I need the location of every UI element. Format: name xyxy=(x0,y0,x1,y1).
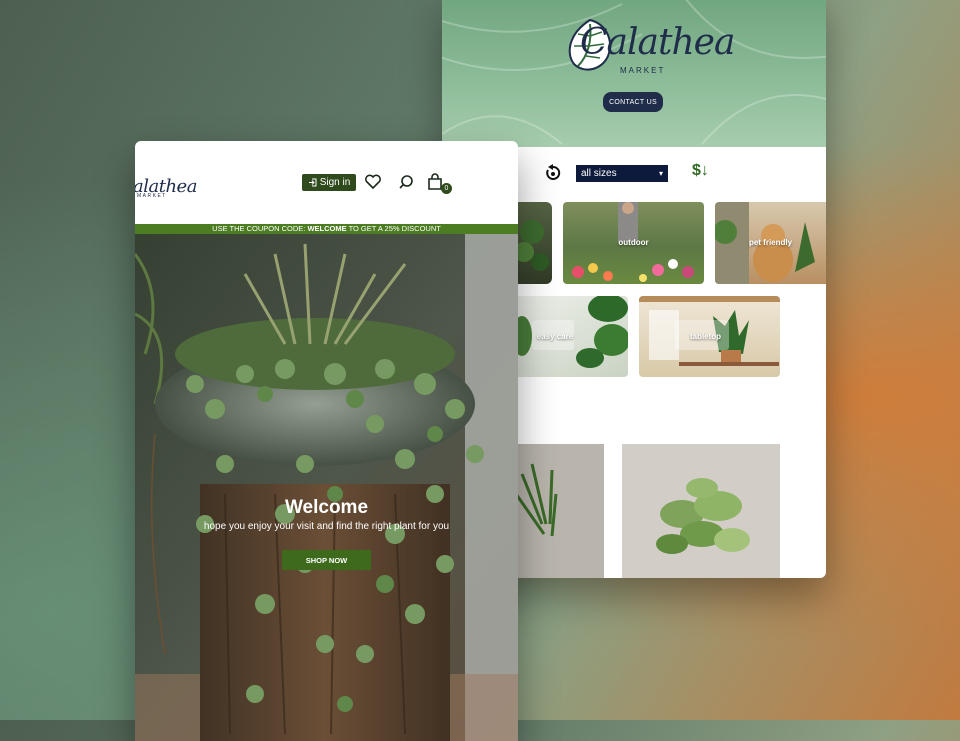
hero-plant-image xyxy=(135,234,518,741)
size-filter-value: all sizes xyxy=(581,168,617,179)
category-label-tabletop: tabletop xyxy=(689,332,722,341)
category-tile-outdoor[interactable]: outdoor xyxy=(563,202,704,284)
dollar-sign: $ xyxy=(692,162,701,179)
coupon-suffix: TO GET A 25% DISCOUNT xyxy=(346,224,441,233)
sort-price-button[interactable]: $↓ xyxy=(692,162,718,182)
catalog-logo-sub: MARKET xyxy=(620,66,666,75)
product-card[interactable] xyxy=(622,444,780,578)
category-tile-left[interactable] xyxy=(512,202,552,284)
category-tile-tabletop[interactable]: tabletop xyxy=(639,296,780,377)
reset-filter-icon[interactable] xyxy=(544,164,562,182)
heart-icon[interactable] xyxy=(364,173,382,191)
catalog-logo[interactable]: Calathea MARKET xyxy=(560,8,735,80)
sign-in-button[interactable]: Sign in xyxy=(302,174,356,191)
shop-now-button[interactable]: SHOP NOW xyxy=(282,550,371,570)
home-logo-sub: MARKET xyxy=(137,193,167,199)
category-tile-pet-friendly[interactable]: pet friendly xyxy=(715,202,826,284)
search-icon[interactable] xyxy=(397,173,415,191)
coupon-prefix: USE THE COUPON CODE: xyxy=(212,224,308,233)
plant-image xyxy=(514,220,549,271)
size-filter-select[interactable]: all sizes ▾ xyxy=(576,165,668,182)
category-label-pet-friendly: pet friendly xyxy=(748,238,793,247)
catalog-logo-text: Calathea xyxy=(580,22,735,63)
product-card[interactable] xyxy=(512,444,604,578)
contact-us-button[interactable]: CONTACT US xyxy=(603,92,663,112)
coupon-banner: USE THE COUPON CODE: WELCOME TO GET A 25… xyxy=(135,224,518,234)
category-label-outdoor: outdoor xyxy=(618,238,649,247)
hero-title: Welcome xyxy=(284,497,369,518)
category-label-easy-care: easy care xyxy=(536,332,574,341)
cart-count-badge: 0 xyxy=(441,183,452,194)
catalog-header: Calathea MARKET CONTACT US xyxy=(442,0,826,147)
hero-banner: Welcome hope you enjoy your visit and fi… xyxy=(135,234,518,741)
coupon-code: WELCOME xyxy=(307,224,347,233)
palm-image xyxy=(514,463,558,537)
arrow-down-icon: ↓ xyxy=(700,162,709,179)
syngonium-image xyxy=(656,478,750,554)
sign-in-label: Sign in xyxy=(319,177,351,188)
sign-in-icon xyxy=(308,178,317,187)
chevron-down-icon: ▾ xyxy=(658,169,663,178)
home-window: alathea MARKET Sign in 0 USE THE COUPON … xyxy=(135,141,518,741)
category-tile-easy-care[interactable]: easy care xyxy=(512,296,628,377)
hero-subtitle: hope you enjoy your visit and find the r… xyxy=(203,521,450,532)
